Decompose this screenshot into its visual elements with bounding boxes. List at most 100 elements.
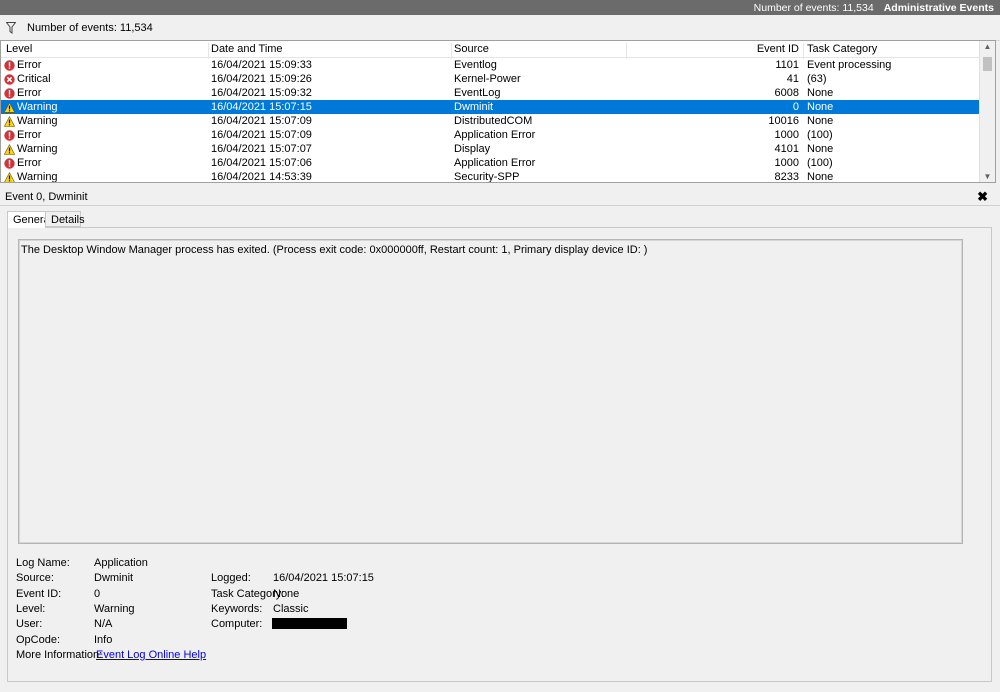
cell-level: Warning [4,171,58,183]
warning-icon [4,143,15,155]
cell-task-category: None [807,171,834,183]
table-row[interactable]: Error 16/04/2021 15:07:06 Application Erro… [1,156,981,170]
log-name-value: Application [94,557,148,569]
cell-source: Display [454,143,491,155]
error-icon [4,59,15,71]
level-value: Warning [94,603,135,615]
cell-source: Dwminit [454,101,494,113]
cell-source: DistributedCOM [454,115,533,127]
tab-details[interactable]: Details [45,211,85,227]
computer-label: Computer: [211,618,263,630]
column-header-source[interactable]: Source [454,43,489,55]
event-detail-title: Event 0, Dwminit [5,191,88,203]
event-id-label: Event ID: [16,588,62,600]
cell-level: Error [4,87,41,99]
opcode-label: OpCode: [16,634,61,646]
cell-task-category: None [807,143,834,155]
column-header-level[interactable]: Level [6,43,32,55]
cell-datetime: 16/04/2021 15:07:15 [211,101,312,113]
level-text: Error [17,129,42,141]
level-text: Error [17,157,42,169]
level-label: Level: [16,603,46,615]
events-table: Level Date and Time Source Event ID Task… [0,40,996,183]
filter-event-count: Number of events: 11,534 [27,21,153,34]
level-text: Error [17,87,42,99]
table-row[interactable]: Warning 16/04/2021 15:07:15 Dwminit 0 None [1,100,981,114]
cell-task-category: Event processing [807,59,892,71]
tab-general[interactable]: General [7,211,52,228]
table-row[interactable]: Error 16/04/2021 15:09:32 EventLog 6008 None [1,86,981,100]
cell-level: Warning [4,143,58,155]
cell-task-category: (100) [807,157,833,169]
user-label: User: [16,618,43,630]
column-divider[interactable] [803,43,804,59]
event-message-text: The Desktop Window Manager process has e… [21,244,648,256]
column-divider[interactable] [208,43,209,59]
source-label: Source: [16,572,54,584]
table-row[interactable]: Critical 16/04/2021 15:09:26 Kernel-Power 4… [1,72,981,86]
event-message-box[interactable]: The Desktop Window Manager process has e… [18,239,963,544]
log-name-label: Log Name: [16,557,70,569]
cell-source: Eventlog [454,59,497,71]
scrollbar-thumb[interactable] [983,57,992,71]
event-detail-header: Event 0, Dwminit ✖ [0,188,1000,206]
column-header-datetime[interactable]: Date and Time [211,43,283,55]
keywords-value: Classic [273,603,309,615]
header-view-name: Administrative Events [883,1,994,14]
computer-value-redacted [272,618,347,629]
level-text: Warning [17,115,58,127]
table-row[interactable]: Warning 16/04/2021 14:53:39 Security-SPP 82… [1,170,981,183]
level-text: Error [17,59,42,71]
scroll-down-icon[interactable]: ▼ [980,172,995,181]
cell-event-id: 10016 [768,115,799,127]
level-text: Critical [17,73,51,85]
scroll-up-icon[interactable]: ▲ [980,42,995,51]
table-row[interactable]: Error 16/04/2021 15:09:33 Eventlog 1101 Even… [1,58,981,72]
critical-icon [4,73,15,85]
event-log-online-help-link[interactable]: Event Log Online Help [96,649,206,661]
column-divider[interactable] [626,43,627,59]
cell-task-category: None [807,87,834,99]
task-category-value: None [273,588,300,600]
cell-event-id: 1101 [775,59,799,71]
table-row[interactable]: Error 16/04/2021 15:07:09 Application Erro… [1,128,981,142]
cell-task-category: (100) [807,129,833,141]
table-header: Level Date and Time Source Event ID Task… [1,41,981,59]
cell-event-id: 8233 [774,171,799,183]
cell-datetime: 16/04/2021 15:07:07 [211,143,312,155]
cell-event-id: 1000 [774,129,799,141]
cell-event-id: 41 [786,73,799,85]
warning-icon [4,115,15,127]
cell-event-id: 4101 [774,143,799,155]
cell-level: Warning [4,115,58,127]
cell-datetime: 16/04/2021 15:07:09 [211,115,312,127]
filter-bar: Number of events: 11,534 [0,15,1000,41]
opcode-value: Info [94,634,113,646]
warning-icon [4,171,15,182]
error-icon [4,87,15,99]
logged-label: Logged: [211,572,251,584]
cell-source: Application Error [454,157,536,169]
cell-event-id: 1000 [774,157,799,169]
table-row[interactable]: Warning 16/04/2021 15:07:09 DistributedCOM… [1,114,981,128]
filter-icon[interactable] [6,21,16,34]
cell-event-id: 6008 [774,87,799,99]
header-event-count: Number of events: 11,534 [753,1,874,14]
table-row[interactable]: Warning 16/04/2021 15:07:07 Display 4101 Non… [1,142,981,156]
keywords-label: Keywords: [211,603,263,615]
cell-level: Warning [4,101,58,113]
column-header-event-id[interactable]: Event ID [757,43,799,55]
cell-datetime: 16/04/2021 15:09:26 [211,73,312,85]
source-value: Dwminit [94,572,134,584]
column-divider[interactable] [451,43,452,59]
cell-source: Kernel-Power [454,73,521,85]
level-text: Warning [17,171,58,183]
close-icon[interactable]: ✖ [977,189,988,205]
warning-icon [4,101,15,113]
cell-task-category: None [807,101,834,113]
column-header-task-category[interactable]: Task Category [807,43,877,55]
cell-level: Critical [4,73,51,85]
error-icon [4,157,15,169]
table-scrollbar[interactable]: ▲ ▼ [979,41,995,182]
cell-datetime: 16/04/2021 15:09:32 [211,87,312,99]
